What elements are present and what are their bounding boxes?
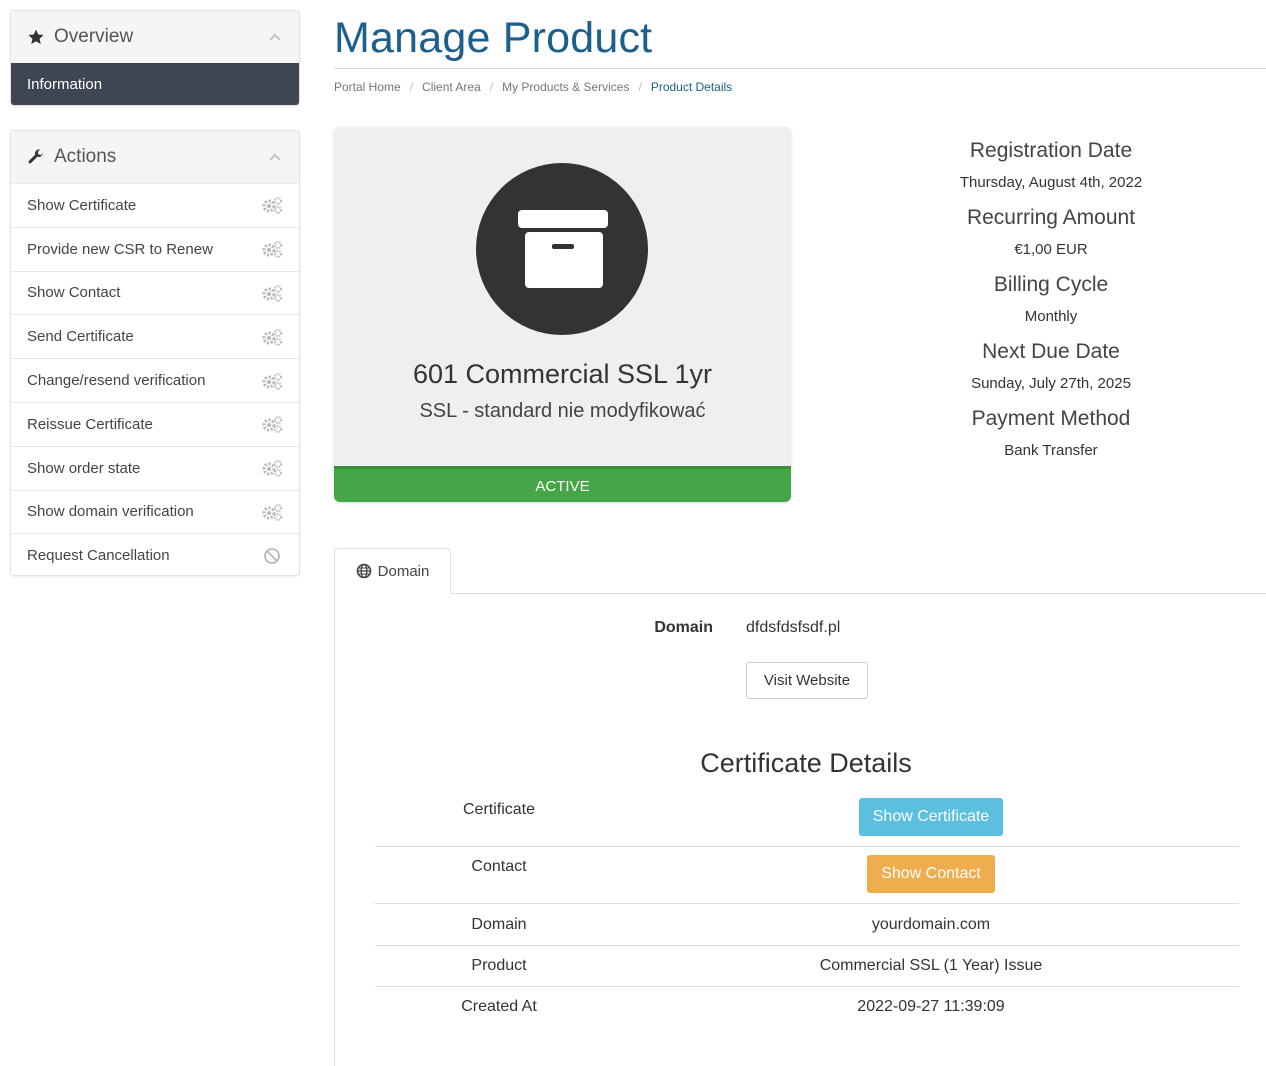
sidebar-item-show-contact[interactable]: Show Contact [11, 270, 299, 315]
show-contact-button[interactable]: Show Contact [867, 855, 995, 893]
overview-panel: Overview Information [10, 10, 300, 106]
breadcrumb-my-products[interactable]: My Products & Services [502, 80, 629, 94]
row-value: Commercial SSL (1 Year) Issue [819, 957, 1043, 974]
product-icon-circle [476, 163, 648, 335]
gears-icon [261, 240, 283, 259]
certificate-details-title: Certificate Details [700, 748, 912, 778]
sidebar-item-label: Change/resend verification [27, 372, 206, 390]
breadcrumb-separator: / [489, 80, 494, 94]
sidebar-item-request-cancellation[interactable]: Request Cancellation [11, 533, 299, 575]
row-key: Created At [461, 998, 537, 1015]
sidebar-item-show-domain-verification[interactable]: Show domain verification [11, 489, 299, 534]
sidebar-item-label: Reissue Certificate [27, 415, 153, 433]
title-divider [334, 68, 1266, 69]
sidebar-item-send-certificate[interactable]: Send Certificate [11, 314, 299, 358]
billing-info: Registration Date Thursday, August 4th, … [880, 134, 1222, 469]
sidebar-item-label: Information [27, 75, 103, 93]
wrench-icon [27, 148, 45, 166]
registration-date-label: Registration Date [969, 139, 1133, 162]
payment-method-value: Bank Transfer [1004, 442, 1098, 459]
table-row: Product Commercial SSL (1 Year) Issue [375, 946, 1239, 987]
gears-icon [261, 459, 283, 478]
sidebar-item-label: Show order state [27, 459, 141, 477]
domain-label: Domain [654, 619, 713, 636]
gears-icon [261, 415, 283, 434]
sidebar-item-label: Request Cancellation [27, 547, 170, 565]
overview-panel-header[interactable]: Overview [11, 11, 299, 63]
sidebar-item-show-order-state[interactable]: Show order state [11, 445, 299, 490]
product-group: SSL - standard nie modyfikować [419, 400, 706, 422]
row-value: 2022-09-27 11:39:09 [857, 998, 1005, 1015]
next-due-date-label: Next Due Date [982, 340, 1120, 363]
sidebar-item-label: Show Certificate [27, 196, 137, 214]
table-row: Domain yourdomain.com [375, 904, 1239, 946]
recurring-amount-label: Recurring Amount [966, 206, 1136, 229]
row-key: Certificate [462, 801, 536, 818]
actions-panel: Actions Show Certificate Provide new CSR… [10, 130, 300, 576]
ban-icon [261, 547, 283, 565]
chevron-up-icon[interactable] [267, 151, 283, 163]
table-row: Contact Show Contact [375, 847, 1239, 904]
sidebar-item-label: Show Contact [27, 284, 121, 302]
actions-panel-header[interactable]: Actions [11, 131, 299, 183]
star-icon [27, 28, 45, 46]
sidebar-item-provide-csr[interactable]: Provide new CSR to Renew [11, 226, 299, 271]
gears-icon [261, 284, 283, 302]
product-card: 601 Commercial SSL 1yr SSL - standard ni… [334, 127, 791, 502]
breadcrumb: Portal Home / Client Area / My Products … [334, 80, 732, 94]
certificate-details-table: Certificate Show Certificate Contact Sho… [375, 790, 1239, 1027]
payment-method-label: Payment Method [971, 407, 1131, 430]
domain-value: dfdsfdsfsdf.pl [746, 619, 841, 636]
sidebar-item-label: Show domain verification [27, 503, 194, 521]
tab-content-border [334, 594, 335, 1066]
registration-date-value: Thursday, August 4th, 2022 [959, 174, 1143, 191]
breadcrumb-client-area[interactable]: Client Area [422, 80, 481, 94]
actions-title: Actions [54, 146, 117, 167]
breadcrumb-separator: / [638, 80, 642, 94]
product-name: 601 Commercial SSL 1yr [412, 359, 713, 389]
chevron-up-icon[interactable] [267, 31, 283, 43]
table-row: Certificate Show Certificate [375, 790, 1239, 847]
breadcrumb-separator: / [409, 80, 414, 94]
globe-icon [356, 563, 372, 579]
row-key: Domain [471, 916, 527, 933]
gears-icon [261, 328, 283, 346]
tab-domain[interactable]: Domain [334, 548, 451, 594]
next-due-date-value: Sunday, July 27th, 2025 [971, 375, 1131, 392]
billing-cycle-label: Billing Cycle [993, 273, 1109, 296]
sidebar-item-label: Provide new CSR to Renew [27, 240, 213, 258]
sidebar-item-change-verification[interactable]: Change/resend verification [11, 358, 299, 402]
visit-website-button[interactable]: Visit Website [746, 662, 868, 699]
sidebar-item-reissue-certificate[interactable]: Reissue Certificate [11, 401, 299, 446]
row-value: yourdomain.com [871, 916, 991, 933]
breadcrumb-portal-home[interactable]: Portal Home [334, 80, 401, 94]
sidebar-item-show-certificate[interactable]: Show Certificate [11, 183, 299, 227]
gears-icon [261, 372, 283, 390]
billing-cycle-value: Monthly [1024, 308, 1078, 325]
tabs-divider [450, 593, 1266, 594]
tab-label: Domain [377, 562, 430, 580]
sidebar-item-label: Send Certificate [27, 328, 134, 346]
page-title: Manage Product [334, 14, 653, 62]
table-row: Created At 2022-09-27 11:39:09 [375, 987, 1239, 1027]
gears-icon [261, 503, 283, 521]
overview-title: Overview [54, 26, 134, 47]
show-certificate-button[interactable]: Show Certificate [858, 798, 1004, 836]
archive-box-icon [518, 210, 608, 288]
status-badge: ACTIVE [334, 466, 791, 502]
recurring-amount-value: €1,00 EUR [1014, 241, 1088, 258]
row-key: Contact [471, 858, 527, 875]
gears-icon [261, 196, 283, 215]
sidebar-item-information[interactable]: Information [11, 63, 299, 105]
row-key: Product [471, 957, 527, 974]
breadcrumb-product-details: Product Details [650, 80, 733, 94]
